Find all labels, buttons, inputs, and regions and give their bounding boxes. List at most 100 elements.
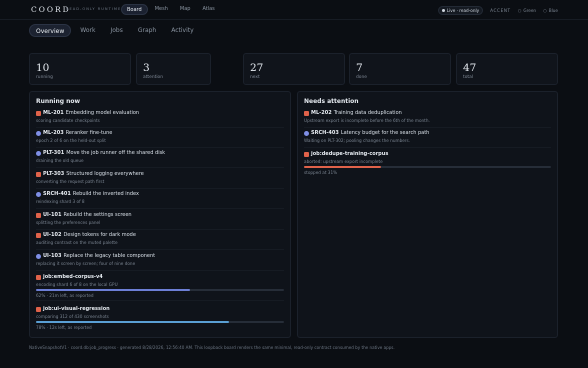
accent-option-green[interactable]: ○ Green: [518, 8, 536, 13]
list-item[interactable]: UI-101 Rebuild the settings screen splitt…: [36, 210, 284, 230]
top-bar: COORD READ-ONLY RUNTIME Board Mesh Map A…: [0, 0, 588, 20]
stat-label: attention: [143, 75, 164, 80]
job-progress-bar: [36, 321, 284, 323]
accent-label: ACCENT: [490, 8, 511, 13]
job-id: job:dedupe-training-corpus: [311, 151, 389, 157]
item-title: Rebuild the inverted index: [72, 191, 139, 197]
radio-icon: ○: [543, 8, 547, 13]
accent-option-green-label: Green: [523, 8, 537, 13]
running-now-title: Running now: [36, 98, 81, 105]
nav-board[interactable]: Board: [121, 4, 148, 15]
radio-icon: ○: [517, 8, 522, 13]
item-title: Replace the legacy table component: [63, 253, 156, 259]
item-subtitle: reindexing shard 3 of 8: [36, 199, 85, 204]
item-id: ML-201: [43, 110, 64, 116]
list-item[interactable]: ML-203 Reranker fine-tune epoch 2 of 6 on…: [36, 128, 284, 148]
item-title: Latency budget for the search path: [340, 130, 430, 136]
item-id: UI-101: [43, 212, 62, 218]
item-id: SRCH-401: [43, 191, 71, 197]
stat-value: 7: [356, 62, 363, 74]
item-title: Rebuild the settings screen: [63, 212, 132, 218]
task-icon: [36, 130, 41, 136]
stat-label: next: [250, 75, 260, 80]
item-subtitle: splitting the preferences panel: [36, 220, 101, 225]
stat-value: 10: [36, 62, 50, 74]
job-item[interactable]: job:dedupe-training-corpus aborted: upst…: [304, 149, 551, 179]
task-icon: [304, 130, 309, 136]
tab-jobs[interactable]: Jobs: [104, 24, 128, 37]
task-icon: [36, 150, 41, 156]
item-title: Training data deduplication: [333, 110, 402, 116]
stat-label: total: [463, 75, 474, 80]
stat-card-done: 7 done: [349, 53, 451, 85]
list-item[interactable]: PLT-301 Move the job runner off the share…: [36, 148, 284, 168]
bug-icon: [36, 232, 41, 238]
tab-overview[interactable]: Overview: [29, 24, 72, 37]
task-icon: [36, 253, 41, 259]
running-now-panel: Running now ML-201 Embedding model evalua…: [29, 91, 291, 338]
stat-label: running: [36, 75, 53, 80]
tab-graph[interactable]: Graph: [132, 24, 162, 37]
bug-icon: [304, 110, 309, 116]
list-item[interactable]: SRCH-403 Latency budget for the search pa…: [304, 128, 551, 148]
list-item[interactable]: ML-201 Embedding model evaluation scoring…: [36, 108, 284, 128]
item-subtitle: scoring candidate checkpoints: [36, 118, 100, 123]
job-progress-bar: [36, 289, 284, 291]
live-dot-icon: [441, 9, 445, 12]
footer-note: NativeSnapshotV1 · coord.db:job_progress…: [29, 345, 395, 350]
task-icon: [36, 191, 41, 197]
list-item[interactable]: UI-103 Replace the legacy table component…: [36, 251, 284, 271]
stat-card-running: 10 running: [29, 53, 131, 85]
needs-attention-title: Needs attention: [304, 98, 359, 105]
stat-card-next: 27 next: [243, 53, 345, 85]
nav-mesh[interactable]: Mesh: [150, 4, 173, 15]
tab-bar: Overview Work Jobs Graph Activity: [29, 24, 200, 37]
item-subtitle: auditing contrast on the muted palette: [36, 240, 118, 245]
job-progress-bar: [304, 166, 551, 168]
job-item[interactable]: job:embed-corpus-v4 encoding shard 6 of …: [36, 272, 284, 301]
accent-option-blue[interactable]: ○ Blue: [543, 8, 558, 13]
item-subtitle: draining the old queue: [36, 158, 84, 163]
item-id: UI-103: [43, 253, 62, 259]
stat-value: 27: [250, 62, 264, 74]
job-progress-caption: stopped at 31%: [304, 170, 338, 175]
item-id: PLT-303: [43, 171, 65, 177]
item-id: UI-102: [43, 232, 62, 238]
brand-name: COORD: [31, 5, 71, 14]
main-nav: Board Mesh Map Atlas: [121, 4, 220, 16]
list-item[interactable]: UI-102 Design tokens for dark mode auditi…: [36, 230, 284, 250]
stat-label: done: [356, 75, 367, 80]
item-id: ML-202: [311, 110, 332, 116]
list-item[interactable]: ML-202 Training data deduplication Upstre…: [304, 108, 551, 128]
bug-icon: [36, 212, 41, 218]
item-id: ML-203: [43, 130, 64, 136]
job-item[interactable]: job:ui-visual-regression comparing 312 o…: [36, 304, 284, 334]
item-subtitle: replacing it screen by screen; four of n…: [36, 261, 136, 266]
job-id: job:ui-visual-regression: [43, 306, 110, 312]
list-item[interactable]: SRCH-401 Rebuild the inverted index reind…: [36, 189, 284, 209]
job-subtitle: comparing 312 of 430 screenshots: [36, 314, 109, 319]
nav-map[interactable]: Map: [175, 4, 196, 15]
job-progress-fill: [36, 289, 190, 291]
bug-icon: [304, 151, 309, 157]
bug-icon: [36, 274, 41, 280]
item-title: Design tokens for dark mode: [63, 232, 136, 238]
list-item[interactable]: PLT-303 Structured logging everywhere con…: [36, 169, 284, 189]
stat-value: 3: [143, 62, 150, 74]
bug-icon: [36, 171, 41, 177]
job-progress-fill: [304, 166, 381, 168]
brand-subtitle: READ-ONLY RUNTIME: [66, 7, 122, 11]
tab-work[interactable]: Work: [74, 24, 101, 37]
job-id: job:embed-corpus-v4: [43, 274, 103, 280]
job-progress-caption: 62% · 21m left, as reported: [36, 293, 94, 298]
nav-atlas[interactable]: Atlas: [197, 4, 219, 15]
item-title: Structured logging everywhere: [66, 171, 144, 177]
item-id: PLT-301: [43, 150, 65, 156]
tab-activity[interactable]: Activity: [165, 24, 199, 37]
accent-option-blue-label: Blue: [548, 8, 558, 13]
job-subtitle: aborted: upstream export incomplete: [304, 159, 383, 164]
item-subtitle: converting the request path first: [36, 179, 105, 184]
job-progress-fill: [36, 321, 230, 323]
item-subtitle: Upstream export is incomplete before the…: [304, 118, 430, 123]
live-status-label: Live · read-only: [446, 8, 480, 13]
